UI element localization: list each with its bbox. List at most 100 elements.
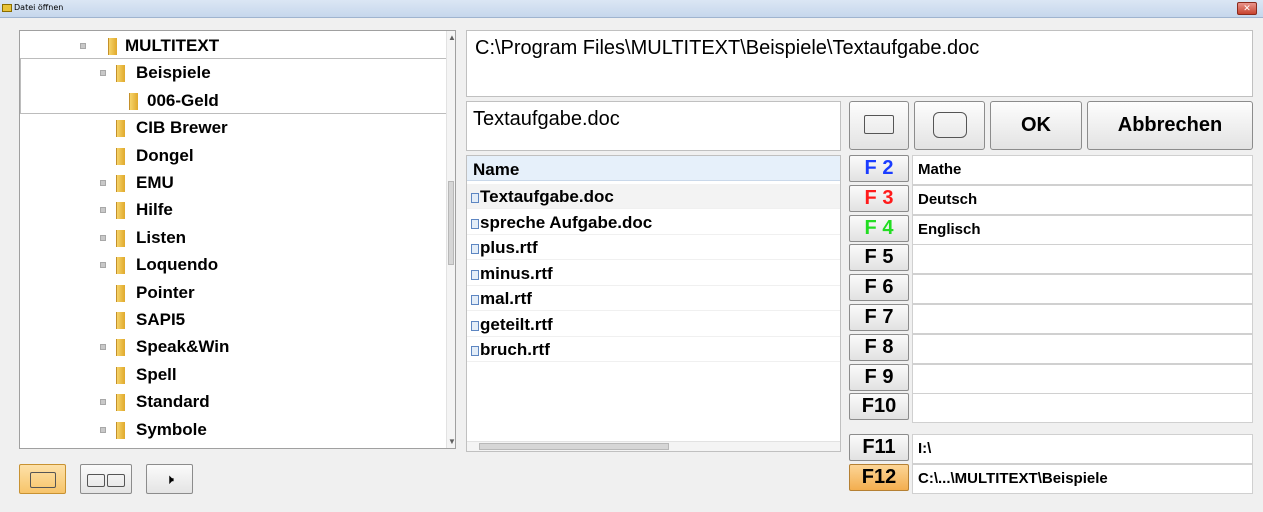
ok-button[interactable]: OK: [990, 101, 1082, 150]
function-key-button[interactable]: F 5: [849, 244, 909, 272]
two-folders-tool-button[interactable]: [80, 464, 132, 494]
function-key-button[interactable]: F 7: [849, 304, 909, 331]
drive-key-button[interactable]: F12: [849, 464, 909, 491]
folder-icon: [116, 65, 125, 83]
function-key-value[interactable]: [912, 363, 1253, 394]
folder-icon: [29, 472, 56, 489]
document-icon: [471, 346, 479, 356]
document-icon: [471, 193, 479, 203]
tree-item-label: Dongel: [136, 145, 194, 165]
function-key-value[interactable]: [912, 274, 1253, 305]
function-key-value[interactable]: Englisch: [912, 214, 1253, 245]
expand-icon[interactable]: [100, 207, 106, 214]
tree-scroll-thumb[interactable]: [448, 181, 454, 265]
file-list-scroll-thumb[interactable]: [479, 443, 669, 450]
speak-tool-button[interactable]: 🕨: [146, 464, 193, 494]
folder-tree[interactable]: ▲ ▼ MULTITEXT Beispiele 006-Geld CIB Brewer…: [19, 30, 456, 449]
tree-item[interactable]: Dongel: [20, 143, 440, 169]
filename-field[interactable]: Textaufgabe.doc: [466, 101, 841, 151]
tree-item[interactable]: Beispiele: [20, 60, 440, 86]
function-key-value[interactable]: Deutsch: [912, 184, 1253, 215]
drive-path-value[interactable]: C:\...\MULTITEXT\Beispiele: [912, 464, 1253, 494]
file-list-scrollbar[interactable]: [467, 441, 840, 451]
tree-item-label: Spell: [136, 364, 177, 384]
folder-icon: [116, 284, 125, 302]
column-header-name[interactable]: Name: [467, 156, 840, 181]
tree-item[interactable]: Standard: [20, 389, 440, 415]
folder-icon: [116, 366, 125, 384]
folder-icon: [108, 38, 117, 55]
function-key-value[interactable]: [912, 333, 1253, 364]
tree-item[interactable]: Listen: [20, 225, 440, 251]
path-display[interactable]: C:\Program Files\MULTITEXT\Beispiele\Tex…: [466, 30, 1253, 97]
drive-key-button[interactable]: F11: [849, 434, 909, 461]
close-button[interactable]: ✕: [1237, 2, 1257, 15]
tree-item[interactable]: Symbole: [20, 417, 440, 443]
tree-item[interactable]: MULTITEXT: [20, 33, 440, 59]
file-row[interactable]: plus.rtf: [467, 235, 840, 260]
tree-item-label: Pointer: [136, 282, 195, 302]
expand-icon[interactable]: [100, 234, 106, 241]
function-key-button[interactable]: F 6: [849, 274, 909, 302]
tree-item-label: Loquendo: [136, 255, 219, 275]
document-icon: [471, 269, 479, 280]
folder-icon: [116, 120, 125, 138]
scroll-up-arrow-icon[interactable]: ▲: [448, 33, 455, 42]
tree-item[interactable]: EMU: [20, 170, 440, 196]
tree-item-label: Symbole: [136, 419, 207, 439]
function-key-button[interactable]: F10: [849, 393, 909, 421]
document-icon: [471, 320, 479, 331]
expand-icon[interactable]: [100, 70, 106, 77]
tree-item[interactable]: CIB Brewer: [20, 115, 440, 141]
tree-item[interactable]: Pointer: [20, 280, 440, 306]
expand-icon[interactable]: [100, 426, 106, 433]
file-row[interactable]: Textaufgabe.doc: [467, 184, 840, 209]
document-icon: [471, 244, 479, 254]
scroll-down-arrow-icon[interactable]: ▼: [448, 437, 455, 446]
tree-item[interactable]: Loquendo: [20, 252, 440, 278]
expand-icon[interactable]: [80, 43, 86, 49]
function-key-value[interactable]: [912, 244, 1253, 275]
cancel-button[interactable]: Abbrechen: [1087, 101, 1253, 150]
function-key-button[interactable]: F 8: [849, 333, 909, 361]
folder-icon: [87, 473, 105, 487]
file-row[interactable]: spreche Aufgabe.doc: [467, 210, 840, 235]
tree-item-label: CIB Brewer: [136, 118, 228, 138]
document-icon: [471, 218, 479, 229]
expand-icon[interactable]: [100, 180, 106, 186]
function-key-value[interactable]: [912, 304, 1253, 334]
file-row[interactable]: bruch.rtf: [467, 337, 840, 362]
expand-icon[interactable]: [100, 262, 106, 269]
function-key-button[interactable]: F 9: [849, 363, 909, 391]
tree-item[interactable]: Hilfe: [20, 197, 440, 223]
function-key-value[interactable]: [912, 393, 1253, 424]
drive-path-value[interactable]: I:\: [912, 434, 1253, 464]
tree-item[interactable]: SAPI5: [20, 307, 440, 333]
tree-item[interactable]: Speak&Win: [20, 334, 440, 360]
blank-rect-icon: [932, 112, 967, 138]
open-folder-tool-button[interactable]: [19, 464, 66, 494]
file-list[interactable]: Name Textaufgabe.doc spreche Aufgabe.doc p…: [466, 155, 841, 452]
tree-item-label: Speak&Win: [136, 337, 230, 357]
file-row[interactable]: geteilt.rtf: [467, 312, 840, 337]
file-name: plus.rtf: [480, 238, 538, 257]
function-key-button[interactable]: F 2: [849, 155, 909, 182]
file-name: geteilt.rtf: [480, 314, 553, 334]
tree-scrollbar[interactable]: ▲ ▼: [446, 31, 455, 448]
tree-item[interactable]: Spell: [20, 362, 440, 388]
file-row[interactable]: mal.rtf: [467, 286, 840, 311]
file-name: bruch.rtf: [480, 340, 550, 359]
tree-item[interactable]: 006-Geld: [20, 88, 440, 114]
expand-icon[interactable]: [100, 399, 106, 406]
folder-icon: [107, 473, 125, 487]
blank-button[interactable]: [914, 101, 985, 150]
folder-icon: [129, 92, 138, 110]
file-name: Textaufgabe.doc: [480, 187, 614, 206]
function-key-button[interactable]: F 3: [849, 184, 909, 212]
expand-icon[interactable]: [100, 344, 106, 351]
file-row[interactable]: minus.rtf: [467, 261, 840, 286]
tree-item-label: Beispiele: [136, 63, 211, 83]
open-folder-button[interactable]: [849, 101, 909, 150]
function-key-button[interactable]: F 4: [849, 214, 909, 242]
function-key-value[interactable]: Mathe: [912, 155, 1253, 185]
